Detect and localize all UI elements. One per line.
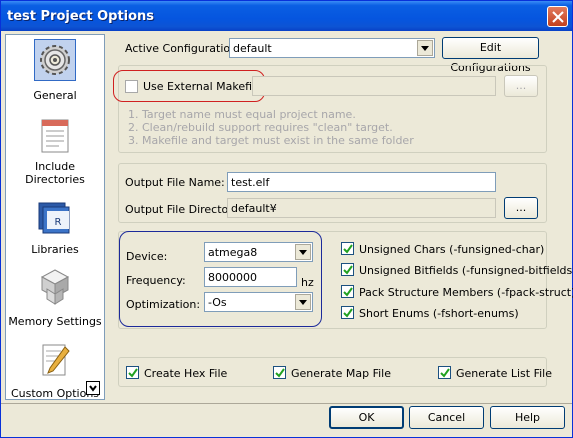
use-external-makefile-label: Use External Makefile — [143, 80, 262, 93]
frequency-value: 8000000 — [208, 271, 257, 284]
check-icon — [128, 368, 138, 378]
check-icon — [440, 368, 450, 378]
check-icon — [275, 368, 285, 378]
button-separator — [1, 403, 572, 404]
frequency-input[interactable]: 8000000 — [204, 267, 297, 287]
sidebar-scroll-down-button[interactable] — [86, 381, 100, 395]
check-icon — [343, 265, 353, 275]
device-select[interactable]: atmega8 — [204, 242, 313, 262]
sidebar-item-label: Include Directories — [25, 160, 85, 186]
options-sidebar: General Include Directories R Libraries … — [5, 34, 105, 400]
optimization-value: -Os — [208, 296, 227, 309]
active-configuration-label: Active Configuration — [125, 42, 238, 55]
help-button[interactable]: Help — [490, 406, 565, 429]
check-icon — [343, 244, 353, 254]
optimization-label: Optimization: — [126, 298, 201, 311]
output-file-directory-value: default¥ — [231, 202, 277, 215]
cancel-button[interactable]: Cancel — [409, 406, 484, 429]
sidebar-item-general[interactable]: General — [6, 37, 104, 107]
pack-structure-members-checkbox[interactable] — [341, 285, 354, 298]
memory-settings-icon — [35, 267, 75, 307]
check-icon — [343, 308, 353, 318]
unsigned-chars-label: Unsigned Chars (-funsigned-char) — [359, 243, 545, 256]
include-directories-icon — [35, 116, 75, 156]
chevron-down-icon — [421, 46, 429, 51]
sidebar-item-label: Memory Settings — [8, 315, 102, 328]
output-directory-browse-button[interactable]: ... — [504, 197, 538, 219]
generate-list-file-checkbox[interactable] — [438, 366, 451, 379]
sidebar-item-label: Libraries — [31, 243, 79, 256]
sidebar-item-label: General — [33, 89, 77, 102]
gear-icon — [34, 39, 76, 81]
makefile-note-1: 1. Target name must equal project name. — [128, 108, 356, 121]
unsigned-bitfields-checkbox[interactable] — [341, 263, 354, 276]
create-hex-file-checkbox[interactable] — [126, 366, 139, 379]
chevron-down-icon — [89, 385, 97, 392]
generate-map-file-label: Generate Map File — [291, 367, 391, 380]
create-hex-file-label: Create Hex File — [144, 367, 228, 380]
device-label: Device: — [126, 250, 168, 263]
generate-map-file-checkbox[interactable] — [273, 366, 286, 379]
active-configuration-value: default — [233, 42, 272, 55]
sidebar-item-memory-settings[interactable]: Memory Settings — [6, 265, 104, 335]
output-file-name-label: Output File Name: — [125, 176, 225, 189]
makefile-note-3: 3. Makefile and target must exist in the… — [128, 134, 414, 147]
title-bar[interactable]: test Project Options — [1, 1, 572, 31]
sidebar-item-libraries[interactable]: R Libraries — [6, 193, 104, 263]
project-options-dialog: test Project Options General Include Dir… — [0, 0, 573, 438]
frequency-unit: hz — [301, 276, 314, 289]
close-icon — [552, 11, 564, 23]
makefile-note-2: 2. Clean/rebuild support requires "clean… — [128, 121, 393, 134]
output-file-directory-input[interactable]: default¥ — [227, 198, 496, 218]
libraries-icon: R — [35, 197, 75, 237]
chevron-down-icon — [299, 300, 307, 305]
short-enums-checkbox[interactable] — [341, 306, 354, 319]
window-title: test Project Options — [7, 9, 155, 24]
output-file-name-value: test.elf — [231, 176, 270, 189]
ok-button[interactable]: OK — [329, 406, 404, 429]
edit-configurations-button[interactable]: Edit Configurations — [442, 37, 539, 74]
active-configuration-select[interactable]: default — [229, 38, 435, 58]
output-file-directory-label: Output File Directory: — [125, 203, 243, 216]
makefile-path-input[interactable] — [252, 76, 496, 96]
custom-options-icon — [35, 341, 75, 381]
output-file-name-input[interactable]: test.elf — [227, 172, 496, 192]
unsigned-bitfields-label: Unsigned Bitfields (-funsigned-bitfields… — [359, 264, 573, 277]
makefile-browse-button[interactable]: ... — [504, 75, 538, 97]
unsigned-chars-checkbox[interactable] — [341, 242, 354, 255]
frequency-label: Frequency: — [126, 274, 186, 287]
generate-list-file-label: Generate List File — [456, 367, 553, 380]
dropdown-arrow-button[interactable] — [295, 294, 311, 310]
optimization-select[interactable]: -Os — [204, 292, 313, 312]
dropdown-arrow-button[interactable] — [295, 244, 311, 260]
sidebar-item-include-directories[interactable]: Include Directories — [6, 113, 104, 186]
close-button[interactable] — [547, 6, 568, 27]
chevron-down-icon — [299, 250, 307, 255]
check-icon — [343, 287, 353, 297]
pack-structure-members-label: Pack Structure Members (-fpack-struct) — [359, 286, 573, 299]
dropdown-arrow-button[interactable] — [417, 40, 433, 56]
device-value: atmega8 — [208, 246, 258, 259]
short-enums-label: Short Enums (-fshort-enums) — [359, 307, 519, 320]
use-external-makefile-checkbox[interactable] — [125, 80, 138, 93]
svg-text:R: R — [55, 217, 62, 228]
